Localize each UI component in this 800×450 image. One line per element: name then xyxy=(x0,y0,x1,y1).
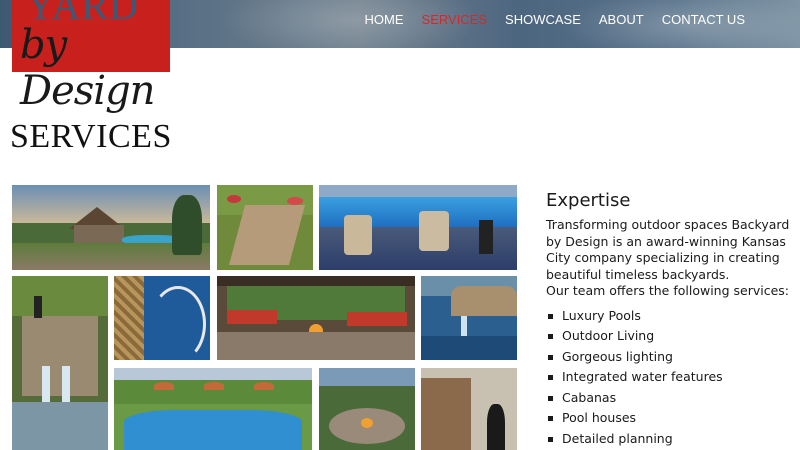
expertise-section: Expertise Transforming outdoor spaces Ba… xyxy=(546,190,796,450)
service-item: Integrated water features xyxy=(546,367,796,388)
covered-patio-firepit-photo[interactable] xyxy=(217,276,415,360)
logo-by-design-text: by Design xyxy=(20,22,155,114)
stone-waterfall-photo[interactable] xyxy=(12,276,108,450)
service-item: Pool houses xyxy=(546,408,796,429)
service-item: Luxury Pools xyxy=(546,306,796,327)
main-nav: HOME SERVICES SHOWCASE ABOUT CONTACT US xyxy=(356,12,754,28)
expertise-intro: Transforming outdoor spaces Backyard by … xyxy=(546,217,790,282)
nav-home[interactable]: HOME xyxy=(356,12,413,28)
services-list: Luxury Pools Outdoor Living Gorgeous lig… xyxy=(546,306,796,450)
stone-pillar-lantern-photo[interactable] xyxy=(421,368,517,450)
pool-lawn-umbrellas-photo[interactable] xyxy=(114,368,312,450)
pool-edge-fountain-photo[interactable] xyxy=(421,276,517,360)
cabana-pool-yard-photo[interactable] xyxy=(12,185,210,270)
mosaic-tile-pool-photo[interactable] xyxy=(114,276,210,360)
nav-about[interactable]: ABOUT xyxy=(590,12,653,28)
service-item: Detailed planning xyxy=(546,429,796,450)
site-logo[interactable]: YARD by Design xyxy=(12,0,170,114)
service-item: Outdoor Living xyxy=(546,326,796,347)
pool-patio-chairs-photo[interactable] xyxy=(319,185,517,270)
nav-services[interactable]: SERVICES xyxy=(413,12,497,28)
nav-contact-us[interactable]: CONTACT US xyxy=(653,12,754,28)
firepit-circle-seating-photo[interactable] xyxy=(319,368,415,450)
nav-showcase[interactable]: SHOWCASE xyxy=(496,12,590,28)
services-intro: Our team offers the following services: xyxy=(546,283,790,298)
service-item: Gorgeous lighting xyxy=(546,347,796,368)
expertise-heading: Expertise xyxy=(546,190,631,211)
service-item: Cabanas xyxy=(546,388,796,409)
stone-steps-garden-photo[interactable] xyxy=(217,185,313,270)
page-title: SERVICES xyxy=(10,118,172,155)
